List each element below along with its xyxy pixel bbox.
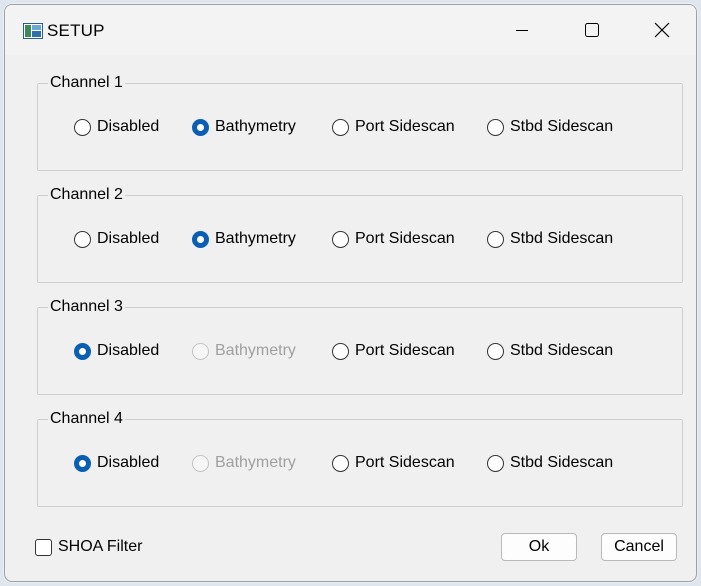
channel-1-bathymetry-radio[interactable]: Bathymetry <box>192 116 296 138</box>
channel-2-stbd-sidescan-radio[interactable]: Stbd Sidescan <box>487 228 613 250</box>
channel-1-label: Channel 1 <box>48 73 125 93</box>
radio-button-icon[interactable] <box>487 118 504 136</box>
radio-label: Stbd Sidescan <box>510 230 614 247</box>
channel-1-group: Channel 1 Disabled Bathymetry Port Sidescan… <box>37 73 683 171</box>
cancel-button[interactable]: Cancel <box>601 533 677 561</box>
radio-label: Port Sidescan <box>355 118 455 135</box>
channel-4-disabled-radio[interactable]: Disabled <box>74 452 159 474</box>
checkbox-box[interactable] <box>35 538 52 556</box>
close-button[interactable] <box>627 5 696 55</box>
channel-4-group: Channel 4 Disabled Bathymetry Port Sidescan… <box>37 409 683 507</box>
radio-button-icon[interactable] <box>74 342 91 360</box>
radio-label: Bathymetry <box>215 118 296 135</box>
radio-button-icon[interactable] <box>332 454 349 472</box>
radio-label: Disabled <box>97 454 160 471</box>
channel-3-stbd-sidescan-radio[interactable]: Stbd Sidescan <box>487 340 613 362</box>
radio-label: Disabled <box>97 342 160 359</box>
radio-button-icon[interactable] <box>332 342 349 360</box>
setup-dialog: SETUP Channel 1 Disabled Bathymetry Port Si… <box>4 4 697 582</box>
radio-button-icon[interactable] <box>192 118 209 136</box>
radio-button-icon[interactable] <box>332 230 349 248</box>
radio-label: Bathymetry <box>215 342 296 359</box>
channel-1-port-sidescan-radio[interactable]: Port Sidescan <box>332 116 455 138</box>
radio-label: Stbd Sidescan <box>510 118 614 135</box>
channel-4-label: Channel 4 <box>48 409 125 429</box>
shoa-filter-label: SHOA Filter <box>58 538 143 555</box>
app-window-icon <box>23 23 43 39</box>
ok-button[interactable]: Ok <box>501 533 577 561</box>
radio-label: Port Sidescan <box>355 454 455 471</box>
radio-button-icon[interactable] <box>74 230 91 248</box>
channel-2-port-sidescan-radio[interactable]: Port Sidescan <box>332 228 455 250</box>
radio-button-icon[interactable] <box>74 118 91 136</box>
title-bar[interactable]: SETUP <box>5 5 696 55</box>
radio-button-icon[interactable] <box>192 230 209 248</box>
radio-label: Port Sidescan <box>355 342 455 359</box>
radio-label: Stbd Sidescan <box>510 454 614 471</box>
channel-3-bathymetry-radio: Bathymetry <box>192 340 296 362</box>
channel-3-group: Channel 3 Disabled Bathymetry Port Sidescan… <box>37 297 683 395</box>
radio-label: Stbd Sidescan <box>510 342 614 359</box>
channel-2-disabled-radio[interactable]: Disabled <box>74 228 159 250</box>
close-icon <box>654 22 670 38</box>
window-title: SETUP <box>47 21 105 40</box>
channel-4-port-sidescan-radio[interactable]: Port Sidescan <box>332 452 455 474</box>
channel-2-bathymetry-radio[interactable]: Bathymetry <box>192 228 296 250</box>
maximize-icon <box>585 23 599 37</box>
channel-3-port-sidescan-radio[interactable]: Port Sidescan <box>332 340 455 362</box>
radio-button-icon <box>192 454 209 472</box>
shoa-filter-checkbox[interactable]: SHOA Filter <box>35 538 142 556</box>
radio-button-icon[interactable] <box>74 454 91 472</box>
radio-button-icon[interactable] <box>487 342 504 360</box>
radio-button-icon[interactable] <box>487 230 504 248</box>
channel-2-label: Channel 2 <box>48 185 125 205</box>
radio-button-icon[interactable] <box>332 118 349 136</box>
minimize-icon <box>516 30 528 31</box>
radio-label: Bathymetry <box>215 454 296 471</box>
radio-label: Port Sidescan <box>355 230 455 247</box>
channel-3-label: Channel 3 <box>48 297 125 317</box>
radio-label: Disabled <box>97 230 160 247</box>
channel-4-bathymetry-radio: Bathymetry <box>192 452 296 474</box>
radio-label: Disabled <box>97 118 160 135</box>
channel-1-disabled-radio[interactable]: Disabled <box>74 116 159 138</box>
channel-4-stbd-sidescan-radio[interactable]: Stbd Sidescan <box>487 452 613 474</box>
minimize-button[interactable] <box>487 5 557 55</box>
radio-label: Bathymetry <box>215 230 296 247</box>
radio-button-icon <box>192 342 209 360</box>
channel-3-disabled-radio[interactable]: Disabled <box>74 340 159 362</box>
channel-1-stbd-sidescan-radio[interactable]: Stbd Sidescan <box>487 116 613 138</box>
radio-button-icon[interactable] <box>487 454 504 472</box>
maximize-button[interactable] <box>557 5 627 55</box>
channel-2-group: Channel 2 Disabled Bathymetry Port Sidescan… <box>37 185 683 283</box>
